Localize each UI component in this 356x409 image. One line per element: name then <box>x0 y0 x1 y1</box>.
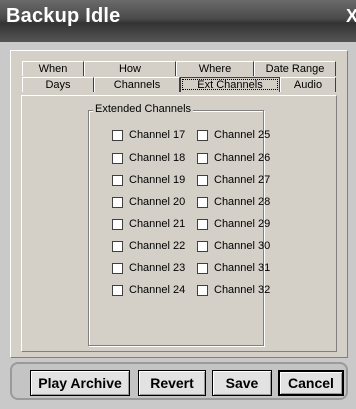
channel-label: Channel 30 <box>214 240 271 252</box>
play-archive-button[interactable]: Play Archive <box>30 370 130 396</box>
checkbox-box[interactable] <box>197 218 208 230</box>
channel-32-checkbox[interactable]: Channel 32 <box>197 284 270 296</box>
channel-19-checkbox[interactable]: Channel 19 <box>112 174 185 186</box>
tab-channels[interactable]: Channels <box>94 77 180 92</box>
channel-27-checkbox[interactable]: Channel 27 <box>197 174 270 186</box>
checkbox-box[interactable] <box>112 218 123 230</box>
channel-20-checkbox[interactable]: Channel 20 <box>112 196 185 208</box>
checkbox-box[interactable] <box>112 129 123 141</box>
checkbox-box[interactable] <box>197 262 208 274</box>
tab-when[interactable]: When <box>22 61 84 76</box>
channel-23-checkbox[interactable]: Channel 23 <box>112 262 185 274</box>
channel-21-checkbox[interactable]: Channel 21 <box>112 218 185 230</box>
window-title: Backup Idle <box>6 5 121 27</box>
channel-label: Channel 31 <box>214 262 271 274</box>
revert-button[interactable]: Revert <box>138 370 206 396</box>
checkbox-box[interactable] <box>197 129 208 141</box>
tab-date-range[interactable]: Date Range <box>254 61 336 76</box>
channel-label: Channel 21 <box>129 218 186 230</box>
channel-label: Channel 28 <box>214 196 271 208</box>
checkbox-box[interactable] <box>112 240 123 252</box>
title-bar[interactable]: Backup Idle X <box>0 0 356 42</box>
channel-label: Channel 20 <box>129 196 186 208</box>
channel-31-checkbox[interactable]: Channel 31 <box>197 262 270 274</box>
channel-24-checkbox[interactable]: Channel 24 <box>112 284 185 296</box>
channel-label: Channel 18 <box>129 152 186 164</box>
checkbox-box[interactable] <box>197 174 208 186</box>
checkbox-box[interactable] <box>197 284 208 296</box>
tab-how[interactable]: How <box>84 61 176 76</box>
channel-label: Channel 26 <box>214 152 271 164</box>
channel-30-checkbox[interactable]: Channel 30 <box>197 240 270 252</box>
tab-strip: When How Where Date Range Days Channels … <box>22 61 336 95</box>
channel-29-checkbox[interactable]: Channel 29 <box>197 218 270 230</box>
channel-label: Channel 32 <box>214 284 271 296</box>
channel-label: Channel 17 <box>129 129 186 141</box>
checkbox-box[interactable] <box>112 174 123 186</box>
checkbox-box[interactable] <box>112 284 123 296</box>
channel-label: Channel 27 <box>214 174 271 186</box>
checkbox-box[interactable] <box>197 196 208 208</box>
channel-26-checkbox[interactable]: Channel 26 <box>197 152 270 164</box>
channel-label: Channel 24 <box>129 284 186 296</box>
save-button[interactable]: Save <box>212 370 272 396</box>
channel-17-checkbox[interactable]: Channel 17 <box>112 129 185 141</box>
channel-22-checkbox[interactable]: Channel 22 <box>112 240 185 252</box>
tab-where[interactable]: Where <box>176 61 254 76</box>
group-label: Extended Channels <box>93 103 194 115</box>
channel-18-checkbox[interactable]: Channel 18 <box>112 152 185 164</box>
tab-audio[interactable]: Audio <box>280 77 336 92</box>
close-icon[interactable]: X <box>346 6 356 27</box>
channel-label: Channel 23 <box>129 262 186 274</box>
checkbox-box[interactable] <box>197 240 208 252</box>
tab-ext-channels[interactable]: Ext Channels <box>180 77 280 92</box>
channel-25-checkbox[interactable]: Channel 25 <box>197 129 270 141</box>
checkbox-box[interactable] <box>112 262 123 274</box>
tab-row-front: Days Channels Ext Channels Audio <box>22 77 336 93</box>
backup-window: Backup Idle X When How Where Date Range … <box>0 0 356 409</box>
channel-label: Channel 19 <box>129 174 186 186</box>
tab-days[interactable]: Days <box>22 77 94 92</box>
checkbox-box[interactable] <box>112 196 123 208</box>
tab-row-back: When How Where Date Range <box>22 61 336 77</box>
checkbox-box[interactable] <box>112 152 123 164</box>
channel-label: Channel 25 <box>214 129 271 141</box>
channel-28-checkbox[interactable]: Channel 28 <box>197 196 270 208</box>
channel-label: Channel 22 <box>129 240 186 252</box>
channel-label: Channel 29 <box>214 218 271 230</box>
cancel-button[interactable]: Cancel <box>278 370 344 396</box>
checkbox-box[interactable] <box>197 152 208 164</box>
